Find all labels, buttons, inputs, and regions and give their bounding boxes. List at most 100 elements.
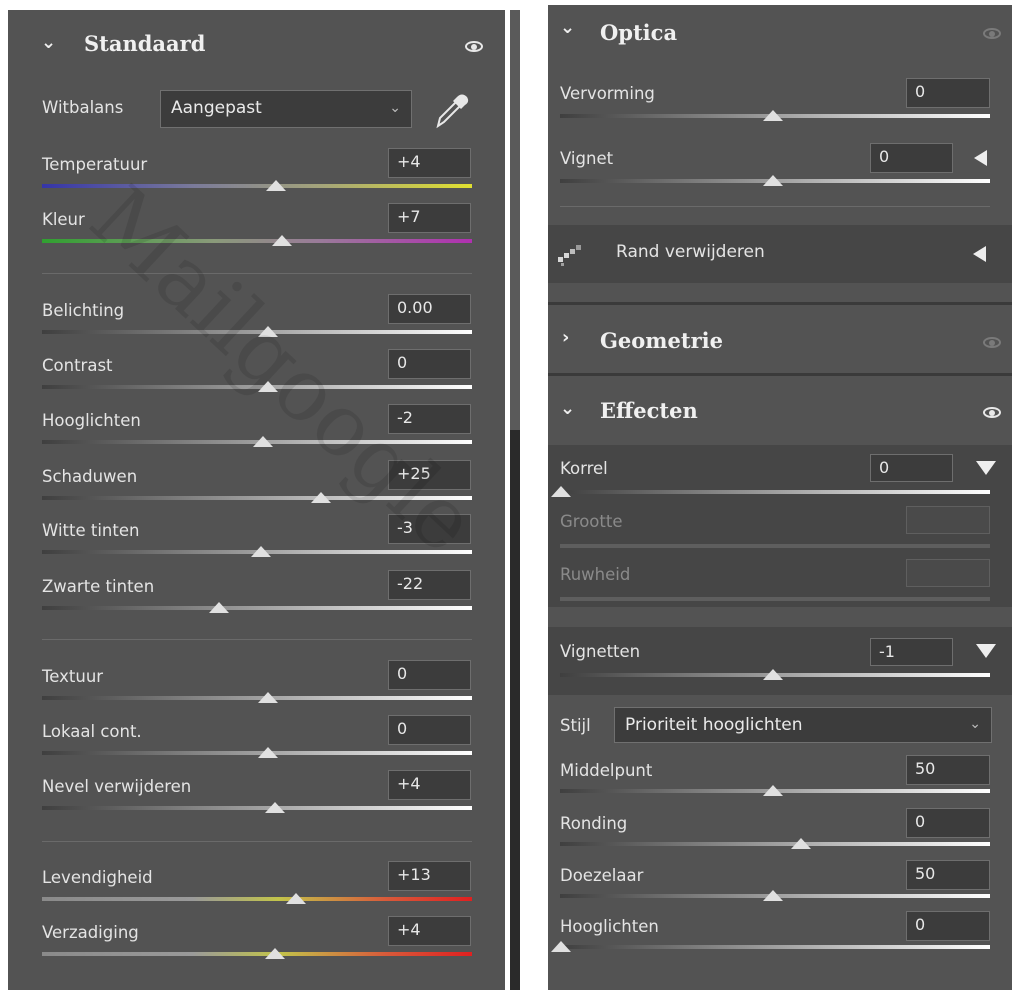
levendigheid-label: Levendigheid: [42, 868, 153, 887]
grootte-value[interactable]: [906, 506, 990, 534]
hooglichten-eff-track[interactable]: [560, 945, 990, 949]
temperatuur-track[interactable]: [42, 184, 472, 188]
doezelaar-thumb[interactable]: [763, 890, 783, 901]
chevron-down-icon[interactable]: ⌄: [560, 17, 575, 38]
doezelaar-value[interactable]: 50: [906, 860, 990, 890]
lokaal-cont-track[interactable]: [42, 751, 472, 755]
vignetten-thumb[interactable]: [763, 669, 783, 680]
whitebalance-dropdown[interactable]: Aangepast ⌄: [160, 90, 412, 128]
lokaal-cont-value[interactable]: 0: [388, 715, 471, 745]
eye-icon[interactable]: [983, 407, 1001, 418]
triangle-down-icon[interactable]: [976, 644, 996, 658]
lokaal-cont-label: Lokaal cont.: [42, 722, 142, 741]
hooglichten-eff-thumb[interactable]: [551, 941, 571, 952]
whitebalance-label: Witbalans: [42, 98, 124, 117]
eye-icon[interactable]: [983, 28, 1001, 39]
witte-tinten-value[interactable]: -3: [388, 514, 471, 544]
korrel-value[interactable]: 0: [870, 454, 953, 482]
vignet-thumb[interactable]: [763, 175, 783, 186]
vignet-value[interactable]: 0: [870, 143, 953, 173]
contrast-track[interactable]: [42, 385, 472, 389]
schaduwen-track[interactable]: [42, 496, 472, 500]
vignetten-value[interactable]: -1: [870, 638, 953, 666]
ronding-track[interactable]: [560, 842, 990, 846]
hooglichten-eff-value[interactable]: 0: [906, 911, 990, 941]
textuur-track[interactable]: [42, 696, 472, 700]
grootte-track[interactable]: [560, 544, 990, 548]
verzadiging-track[interactable]: [42, 952, 472, 956]
chevron-right-icon[interactable]: ›: [562, 327, 569, 348]
vervorming-thumb[interactable]: [763, 110, 783, 121]
belichting-thumb[interactable]: [258, 326, 278, 337]
ronding-thumb[interactable]: [791, 838, 811, 849]
levendigheid-value[interactable]: +13: [388, 861, 471, 891]
middelpunt-value[interactable]: 50: [906, 755, 990, 785]
kleur-label: Kleur: [42, 210, 85, 229]
schaduwen-value[interactable]: +25: [388, 460, 471, 490]
divider: [560, 206, 990, 207]
section-title: Standaard: [84, 31, 206, 56]
zwarte-tinten-thumb[interactable]: [209, 602, 229, 613]
ruwheid-value[interactable]: [906, 559, 990, 587]
chevron-down-icon[interactable]: ⌄: [41, 32, 56, 53]
rand-verwijderen-label: Rand verwijderen: [616, 242, 765, 262]
eye-icon[interactable]: [465, 41, 483, 52]
contrast-value[interactable]: 0: [388, 349, 471, 379]
textuur-thumb[interactable]: [258, 692, 278, 703]
lokaal-cont-thumb[interactable]: [258, 747, 278, 758]
belichting-track[interactable]: [42, 330, 472, 334]
verzadiging-thumb[interactable]: [265, 948, 285, 959]
ronding-value[interactable]: 0: [906, 808, 990, 838]
scrollbar-thumb[interactable]: [510, 10, 520, 430]
optica-header[interactable]: ⌄ Optica: [548, 5, 1012, 63]
section-title: Optica: [600, 20, 678, 45]
kleur-track[interactable]: [42, 239, 472, 243]
ruwheid-label: Ruwheid: [560, 565, 631, 584]
middelpunt-thumb[interactable]: [763, 785, 783, 796]
korrel-label: Korrel: [560, 459, 608, 478]
stijl-dropdown[interactable]: Prioriteit hooglichten ⌄: [614, 707, 992, 743]
levendigheid-thumb[interactable]: [286, 893, 306, 904]
rand-verwijderen-section[interactable]: Rand verwijderen: [548, 225, 1012, 283]
triangle-down-icon[interactable]: [976, 461, 996, 475]
nevel-verwijderen-track[interactable]: [42, 806, 472, 810]
triangle-left-icon[interactable]: [973, 246, 986, 262]
middelpunt-label: Middelpunt: [560, 761, 653, 780]
verzadiging-value[interactable]: +4: [388, 916, 471, 946]
divider: [42, 639, 472, 640]
zwarte-tinten-track[interactable]: [42, 606, 472, 610]
kleur-thumb[interactable]: [272, 235, 292, 246]
korrel-track[interactable]: [560, 490, 990, 494]
eye-icon[interactable]: [983, 337, 1001, 348]
effecten-header[interactable]: ⌄ Effecten: [548, 377, 1012, 443]
levendigheid-track[interactable]: [42, 897, 472, 901]
triangle-left-icon[interactable]: [974, 150, 987, 166]
nevel-verwijderen-thumb[interactable]: [265, 802, 285, 813]
kleur-value[interactable]: +7: [388, 203, 471, 233]
schaduwen-label: Schaduwen: [42, 467, 138, 486]
nevel-verwijderen-value[interactable]: +4: [388, 770, 471, 800]
standaard-header[interactable]: ⌄ Standaard: [8, 10, 505, 82]
hooglichten-value[interactable]: -2: [388, 404, 471, 434]
textuur-value[interactable]: 0: [388, 660, 471, 690]
zwarte-tinten-value[interactable]: -22: [388, 570, 471, 600]
divider: [548, 373, 1012, 376]
stijl-value: Prioriteit hooglichten: [625, 715, 803, 735]
temperatuur-thumb[interactable]: [266, 180, 286, 191]
vervorming-value[interactable]: 0: [906, 78, 990, 108]
hooglichten-thumb[interactable]: [253, 436, 273, 447]
schaduwen-thumb[interactable]: [311, 492, 331, 503]
witte-tinten-label: Witte tinten: [42, 521, 140, 540]
defringe-icon: [558, 245, 581, 266]
chevron-down-icon[interactable]: ⌄: [560, 398, 575, 419]
contrast-thumb[interactable]: [258, 381, 278, 392]
witte-tinten-thumb[interactable]: [251, 546, 271, 557]
ruwheid-track[interactable]: [560, 597, 990, 601]
korrel-thumb[interactable]: [551, 486, 571, 497]
eyedropper-icon[interactable]: [432, 90, 472, 130]
textuur-label: Textuur: [42, 667, 104, 686]
geometrie-header[interactable]: › Geometrie: [548, 305, 1012, 373]
section-title: Effecten: [600, 398, 698, 423]
belichting-value[interactable]: 0.00: [388, 294, 471, 324]
temperatuur-value[interactable]: +4: [388, 148, 471, 178]
